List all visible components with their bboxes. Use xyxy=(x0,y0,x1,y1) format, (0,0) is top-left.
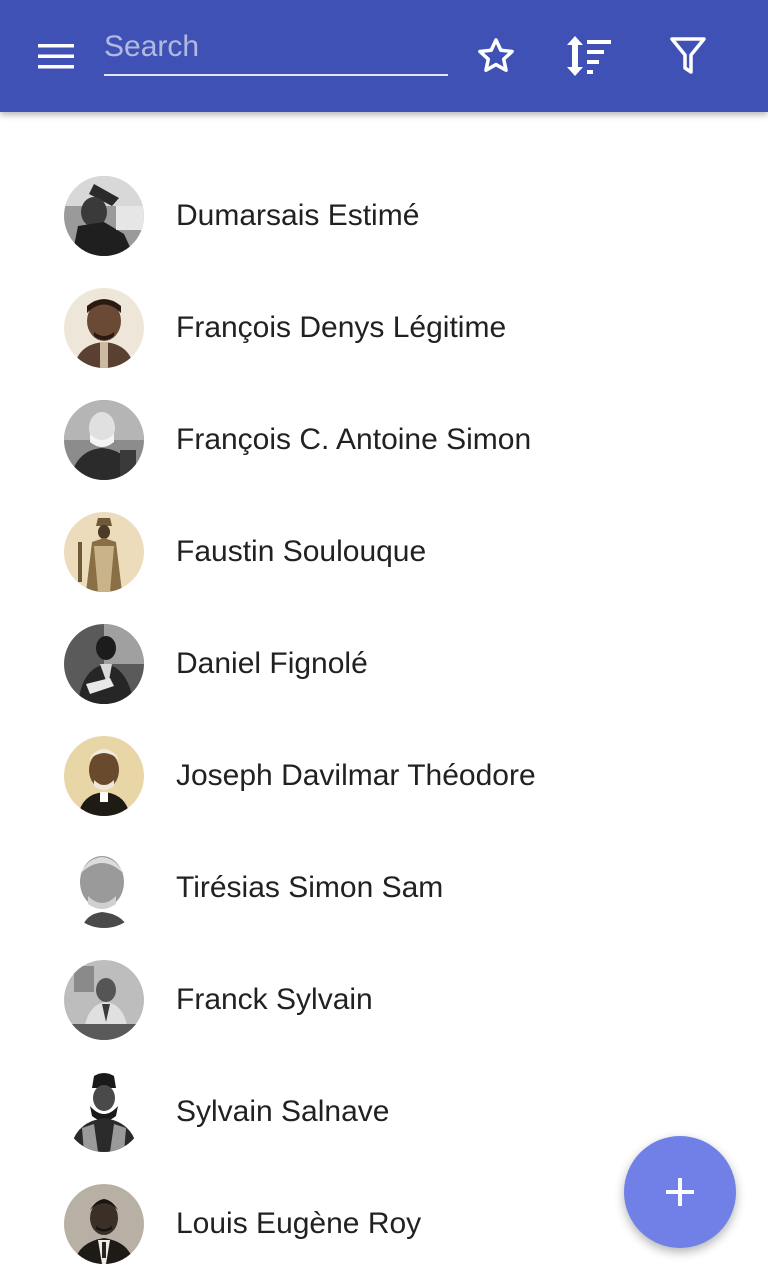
person-name: Joseph Davilmar Théodore xyxy=(176,759,536,792)
person-name: Daniel Fignolé xyxy=(176,647,368,680)
person-name: Franck Sylvain xyxy=(176,983,373,1016)
avatar xyxy=(64,176,144,256)
avatar xyxy=(64,960,144,1040)
filter-button[interactable] xyxy=(660,28,716,84)
list-item[interactable]: François Denys Légitime xyxy=(0,272,768,384)
person-name: Sylvain Salnave xyxy=(176,1095,390,1128)
menu-button[interactable] xyxy=(24,32,88,80)
avatar xyxy=(64,1184,144,1264)
list-item[interactable]: François C. Antoine Simon xyxy=(0,384,768,496)
avatar xyxy=(64,288,144,368)
avatar xyxy=(64,848,144,928)
person-name: Louis Eugène Roy xyxy=(176,1207,422,1240)
avatar xyxy=(64,736,144,816)
person-name: François C. Antoine Simon xyxy=(176,423,532,456)
list-item[interactable]: Franck Sylvain xyxy=(0,944,768,1056)
search-bar xyxy=(104,20,448,82)
sort-icon xyxy=(567,36,611,76)
plus-icon xyxy=(666,1178,694,1206)
person-list: Dumarsais Estimé François Denys Légitime xyxy=(0,160,768,1280)
person-name: Tirésias Simon Sam xyxy=(176,871,444,904)
favorites-button[interactable] xyxy=(468,28,524,84)
sort-button[interactable] xyxy=(562,28,618,84)
avatar xyxy=(64,400,144,480)
avatar xyxy=(64,512,144,592)
search-input[interactable] xyxy=(104,20,448,76)
star-icon xyxy=(478,38,514,73)
person-name: Dumarsais Estimé xyxy=(176,199,420,232)
avatar xyxy=(64,1072,144,1152)
list-item[interactable]: Faustin Soulouque xyxy=(0,496,768,608)
list-item[interactable]: Dumarsais Estimé xyxy=(0,160,768,272)
app-bar xyxy=(0,0,768,112)
avatar xyxy=(64,624,144,704)
list-item[interactable]: Tirésias Simon Sam xyxy=(0,832,768,944)
list-item[interactable]: Joseph Davilmar Théodore xyxy=(0,720,768,832)
list-item[interactable]: Daniel Fignolé xyxy=(0,608,768,720)
person-name: François Denys Légitime xyxy=(176,311,507,344)
menu-icon xyxy=(38,44,74,69)
add-button[interactable] xyxy=(624,1136,736,1248)
person-name: Faustin Soulouque xyxy=(176,535,427,568)
filter-icon xyxy=(670,37,706,74)
